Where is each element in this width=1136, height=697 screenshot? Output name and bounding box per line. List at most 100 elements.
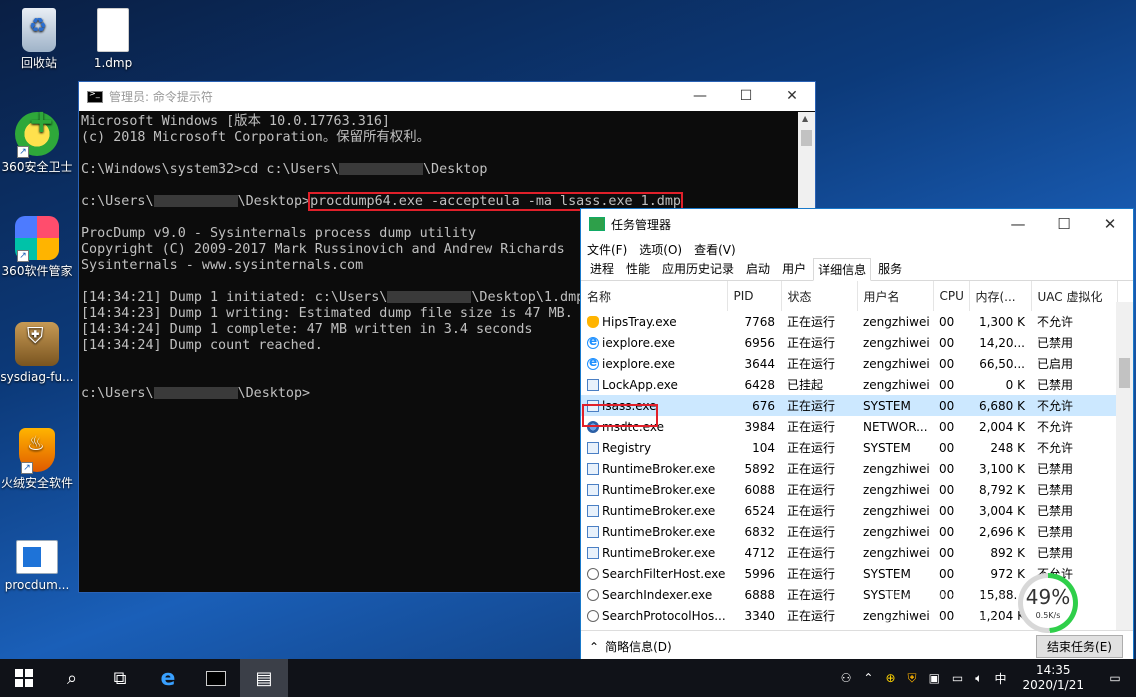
tab-performance[interactable]: 性能: [621, 257, 655, 280]
people-icon[interactable]: ⚇: [841, 671, 852, 685]
table-row[interactable]: RuntimeBroker.exe 6088 正在运行 zengzhiwei 00 8,7…: [581, 479, 1117, 500]
end-task-button[interactable]: 结束任务(E): [1036, 635, 1123, 658]
table-row[interactable]: RuntimeBroker.exe 5892 正在运行 zengzhiwei 00 3,1…: [581, 458, 1117, 479]
tab-app-history[interactable]: 应用历史记录: [657, 257, 739, 280]
maximize-button[interactable]: ☐: [723, 82, 769, 111]
process-status: 正在运行: [787, 609, 836, 623]
start-button[interactable]: [0, 659, 48, 697]
lsass-highlight-box: [582, 404, 658, 427]
ime-indicator[interactable]: 中: [994, 670, 1006, 687]
process-memory: 8,792 K: [978, 482, 1025, 497]
table-row[interactable]: HipsTray.exe 7768 正在运行 zengzhiwei 00 1,300 K 不…: [581, 311, 1117, 332]
column-header-user[interactable]: 用户名: [857, 281, 934, 311]
column-header-cpu[interactable]: CPU: [933, 281, 970, 311]
process-cpu: 00: [939, 482, 955, 497]
process-user: zengzhiwei: [863, 377, 930, 392]
menu-view[interactable]: 查看(V): [694, 241, 736, 258]
360-tray-icon[interactable]: ⊕: [885, 671, 895, 685]
column-header-name[interactable]: 名称: [581, 281, 728, 311]
tab-startup[interactable]: 启动: [741, 257, 775, 280]
minimize-button[interactable]: —: [677, 82, 723, 111]
taskbar: ⌕ ⧉ e ▤ ⚇ ⌃ ⊕ ⛨ ▣ ▭ 🔈︎ 中 14:35 2020/1/21…: [0, 659, 1136, 697]
process-cpu: 00: [939, 461, 955, 476]
tab-users[interactable]: 用户: [777, 257, 811, 280]
table-row[interactable]: RuntimeBroker.exe 6832 正在运行 zengzhiwei 00 2,6…: [581, 521, 1117, 542]
task-view-icon[interactable]: ⧉: [96, 659, 144, 697]
cmd-title: 管理员: 命令提示符: [109, 90, 213, 104]
taskmgr-scrollbar[interactable]: [1116, 302, 1133, 630]
desktop-icon-360-software[interactable]: ↗ 360软件管家: [0, 216, 74, 278]
network-speed-gauge[interactable]: 49% 0.5K/s: [1018, 573, 1078, 633]
process-memory: 892 K: [990, 545, 1025, 560]
table-row[interactable]: msdtc.exe 3984 正在运行 NETWOR... 00 2,004 K 不允许: [581, 416, 1117, 437]
process-name-text: SearchIndexer.exe: [602, 587, 713, 602]
maximize-button[interactable]: ☐: [1041, 209, 1087, 239]
file-icon: [97, 8, 129, 52]
shield-icon[interactable]: ⛨: [908, 671, 917, 686]
tab-processes[interactable]: 进程: [585, 257, 619, 280]
menu-options[interactable]: 选项(O): [639, 241, 682, 258]
column-header-pid[interactable]: PID: [727, 281, 782, 311]
scrollbar-thumb[interactable]: [1119, 358, 1130, 388]
taskmgr-titlebar[interactable]: 任务管理器 — ☐ ✕: [581, 209, 1133, 239]
tab-details[interactable]: 详细信息: [813, 258, 872, 281]
tab-services[interactable]: 服务: [873, 257, 907, 280]
process-status: 正在运行: [787, 420, 836, 434]
network-icon[interactable]: ▭: [952, 671, 963, 685]
table-row[interactable]: RuntimeBroker.exe 4712 正在运行 zengzhiwei 00 892…: [581, 542, 1117, 563]
close-button[interactable]: ✕: [1087, 209, 1133, 239]
internet-explorer-icon[interactable]: e: [144, 659, 192, 697]
column-header-status[interactable]: 状态: [781, 281, 858, 311]
process-name-text: SearchFilterHost.exe: [602, 566, 726, 581]
vm-tools-icon[interactable]: ▣: [929, 671, 940, 685]
windows-logo-icon: [15, 669, 33, 687]
table-row[interactable]: LockApp.exe 6428 已挂起 zengzhiwei 00 0 K 已禁用: [581, 374, 1117, 395]
table-row[interactable]: Registry 104 正在运行 SYSTEM 00 248 K 不允许: [581, 437, 1117, 458]
gauge-speed: 0.5K/s: [1035, 611, 1061, 620]
minimize-button[interactable]: —: [995, 209, 1041, 239]
process-cpu: 00: [939, 566, 955, 581]
desktop-icon-360-safe[interactable]: ↗ 360安全卫士: [0, 112, 74, 174]
scroll-up-icon[interactable]: ▲: [802, 114, 808, 123]
process-cpu: 00: [939, 503, 955, 518]
process-user: SYSTEM: [857, 395, 933, 416]
fewer-details-link[interactable]: 简略信息(D): [605, 638, 672, 655]
desktop-icon-sysdiag[interactable]: sysdiag-fu...: [0, 322, 74, 384]
menu-file[interactable]: 文件(F): [587, 241, 627, 258]
close-button[interactable]: ✕: [769, 82, 815, 111]
process-pid: 6956: [744, 335, 775, 350]
search-icon[interactable]: ⌕: [48, 659, 96, 697]
process-status: 正在运行: [787, 483, 836, 497]
notification-icon[interactable]: ▭: [1100, 671, 1130, 685]
desktop-icon-recycle-bin[interactable]: 回收站: [2, 8, 76, 70]
process-name-text: HipsTray.exe: [602, 314, 677, 329]
column-header-memory[interactable]: 内存(...: [969, 281, 1032, 311]
clock[interactable]: 14:35 2020/1/21: [1022, 663, 1084, 693]
column-header-uac[interactable]: UAC 虚拟化: [1031, 281, 1118, 311]
process-uac: 已启用: [1037, 357, 1074, 371]
table-row[interactable]: iexplore.exe 3644 正在运行 zengzhiwei 00 66,50...…: [581, 353, 1117, 374]
desktop-icon-label: 360安全卫士: [1, 160, 73, 174]
table-row[interactable]: lsass.exe 676 正在运行 SYSTEM 00 6,680 K 不允许: [581, 395, 1117, 416]
process-name: RuntimeBroker.exe: [581, 479, 727, 500]
table-row[interactable]: RuntimeBroker.exe 6524 正在运行 zengzhiwei 00 3,0…: [581, 500, 1117, 521]
chevron-up-icon[interactable]: ⌃: [589, 640, 599, 654]
cmd-taskbar-icon[interactable]: [192, 659, 240, 697]
cmd-titlebar[interactable]: 管理员: 命令提示符 — ☐ ✕: [79, 82, 815, 111]
process-user: zengzhiwei: [863, 461, 930, 476]
desktop-icon-procdump[interactable]: procdum...: [0, 534, 74, 592]
srch-process-icon: [587, 588, 599, 601]
process-status: 已挂起: [787, 378, 824, 392]
highlighted-command: procdump64.exe -accepteula -ma lsass.exe…: [308, 192, 683, 211]
desktop-icon-dmp-file[interactable]: 1.dmp: [76, 8, 150, 70]
scrollbar-thumb[interactable]: [801, 130, 812, 146]
desktop-icon-huorong[interactable]: ↗ 火绒安全软件: [0, 428, 74, 490]
taskmgr-taskbar-icon[interactable]: ▤: [240, 659, 288, 697]
process-uac: 已禁用: [1037, 546, 1074, 560]
cmd-line: \Desktop\1.dmp: [471, 290, 585, 305]
process-name: SearchProtocolHos...: [581, 605, 727, 626]
chevron-up-icon[interactable]: ⌃: [863, 671, 873, 685]
table-row[interactable]: iexplore.exe 6956 正在运行 zengzhiwei 00 14,20...…: [581, 332, 1117, 353]
process-name: RuntimeBroker.exe: [581, 521, 727, 542]
volume-icon[interactable]: 🔈︎: [975, 671, 982, 686]
